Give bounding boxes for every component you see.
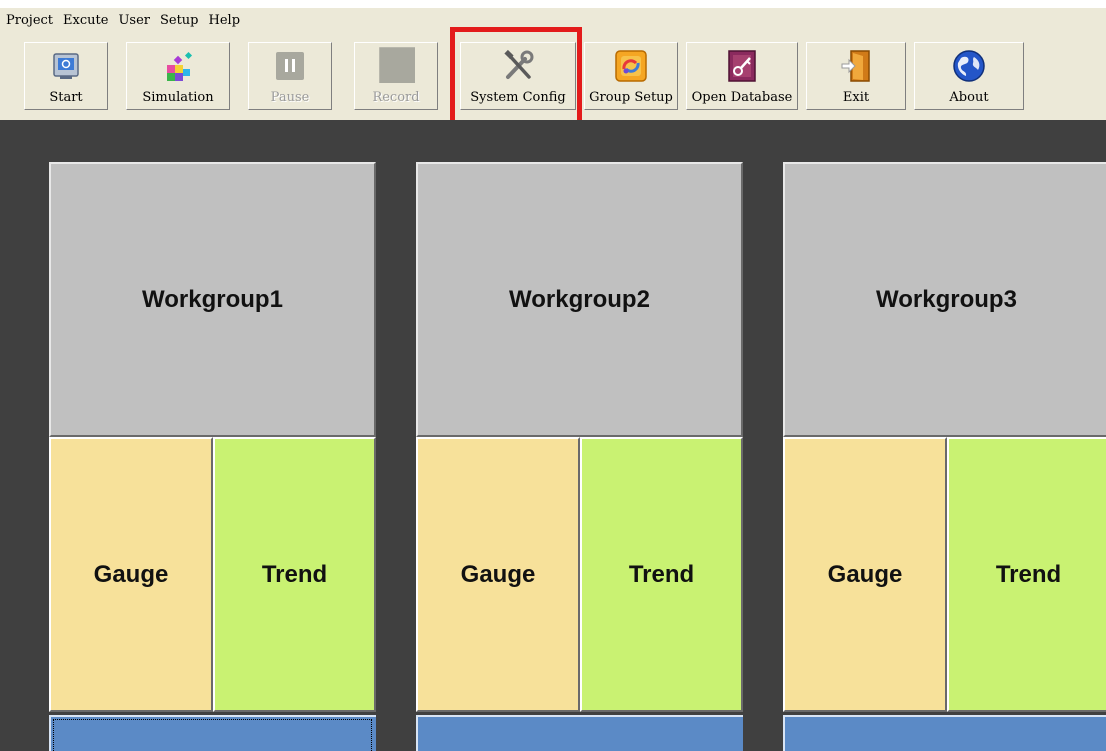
cubes-icon [167,51,193,81]
menu-excute[interactable]: Excute [63,13,108,28]
record-icon [379,47,415,83]
open-database-label: Open Database [691,90,793,105]
workgroup-2-trend-button[interactable]: Trend [580,437,743,712]
group-setup-icon [615,50,647,82]
globe-icon [953,50,985,82]
workgroup-3-gauge-button[interactable]: Gauge [783,437,947,712]
open-database-button[interactable]: Open Database [686,42,798,110]
menu-help[interactable]: Help [209,13,241,28]
pause-button[interactable]: Pause [248,42,332,110]
exit-label: Exit [842,90,870,105]
exit-button[interactable]: Exit [806,42,906,110]
simulation-button[interactable]: Simulation [126,42,230,110]
group-setup-button[interactable]: Group Setup [584,42,678,110]
about-button[interactable]: About [914,42,1024,110]
workgroup-2-bottom-button[interactable] [416,715,743,751]
pause-label: Pause [270,90,310,105]
monitor-icon [53,53,79,79]
menu-user[interactable]: User [118,13,150,28]
start-button[interactable]: Start [24,42,108,110]
workgroup-2-gauge-button[interactable]: Gauge [416,437,580,712]
database-key-icon [728,50,756,82]
pause-icon [276,52,304,80]
simulation-label: Simulation [142,90,214,105]
about-label: About [949,90,989,105]
group-setup-label: Group Setup [589,90,673,105]
toolbar: Start Simulation Pause Record System Con… [0,32,1106,120]
workspace: Workgroup1 Gauge Trend Workgroup2 Gauge … [0,120,1106,751]
start-label: Start [49,90,83,105]
system-config-button[interactable]: System Config [460,42,576,110]
menu-setup[interactable]: Setup [160,13,199,28]
workgroup-1-button[interactable]: Workgroup1 [49,162,376,437]
menu-bar: Project Excute User Setup Help [0,8,1106,32]
tools-icon [504,49,534,79]
door-exit-icon [841,50,870,82]
workgroup-3-trend-button[interactable]: Trend [947,437,1106,712]
record-button[interactable]: Record [354,42,438,110]
workgroup-2-button[interactable]: Workgroup2 [416,162,743,437]
workgroup-3-button[interactable]: Workgroup3 [783,162,1106,437]
workgroup-1-trend-button[interactable]: Trend [213,437,376,712]
menu-project[interactable]: Project [6,13,53,28]
system-config-label: System Config [470,90,566,105]
workgroup-1-bottom-button[interactable] [49,715,376,751]
workgroup-3-bottom-button[interactable] [783,715,1106,751]
record-label: Record [372,90,420,105]
workgroup-1-gauge-button[interactable]: Gauge [49,437,213,712]
